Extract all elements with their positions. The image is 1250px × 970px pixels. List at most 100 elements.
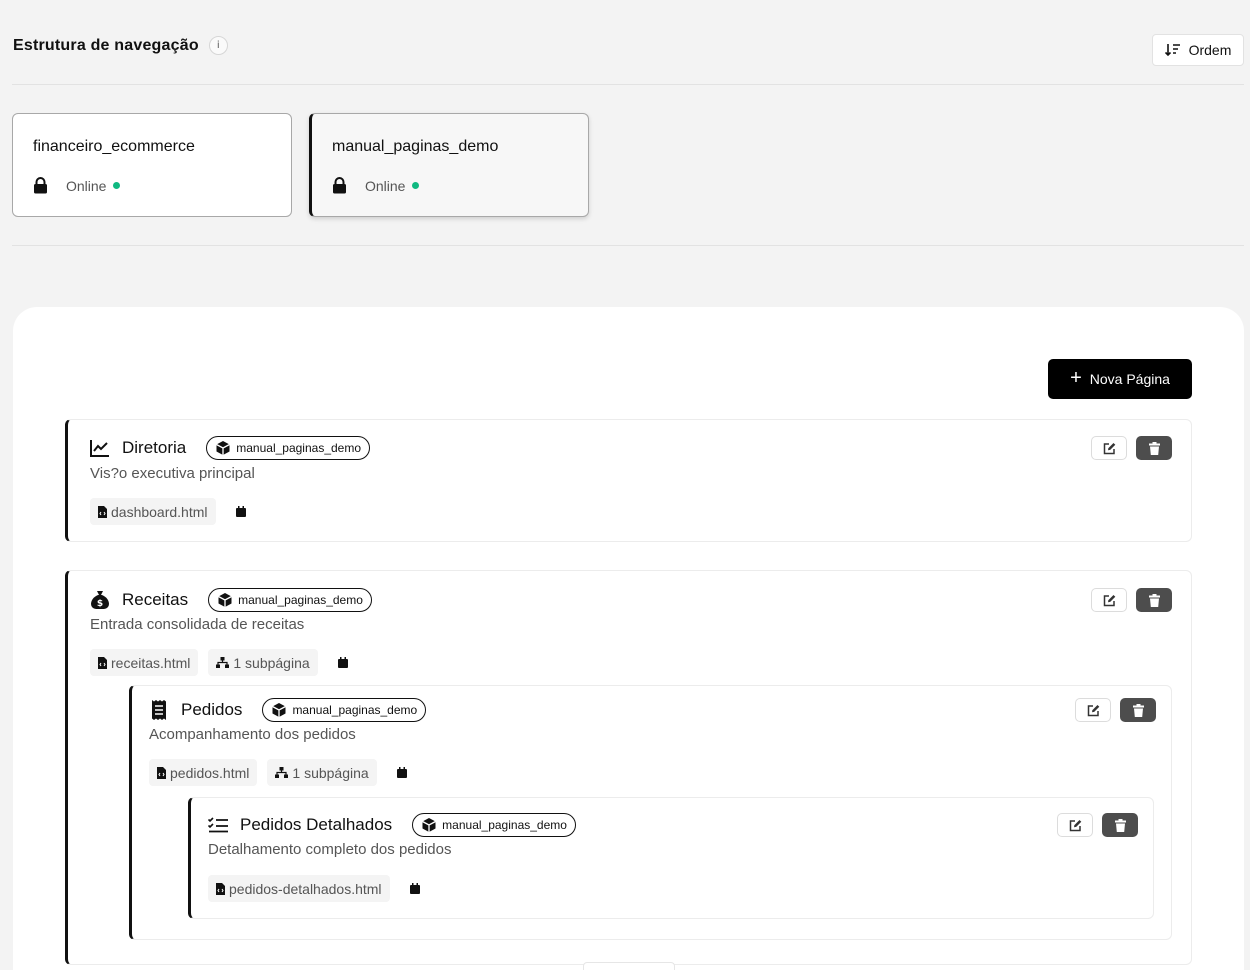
calendar-chip[interactable] <box>387 759 417 786</box>
page-actions <box>1091 436 1172 460</box>
edit-icon <box>1103 442 1115 454</box>
database-name: financeiro_ecommerce <box>33 138 195 155</box>
checklist-icon <box>208 815 228 835</box>
cube-icon <box>422 818 436 832</box>
file-name: receitas.html <box>111 654 191 671</box>
delete-button[interactable] <box>1136 588 1172 612</box>
database-status: Online <box>332 177 420 194</box>
file-code-icon <box>98 505 107 518</box>
scroll-indicator[interactable] <box>583 962 675 970</box>
page-actions <box>1057 813 1138 837</box>
subpages-chip: 1 subpágina <box>208 649 318 676</box>
page-actions <box>1075 698 1156 722</box>
database-badge: manual_paginas_demo <box>208 588 372 612</box>
subpages-chip: 1 subpágina <box>267 759 377 786</box>
trash-icon <box>1148 593 1160 607</box>
sitemap-icon <box>216 657 230 668</box>
edit-button[interactable] <box>1091 588 1127 612</box>
page-actions <box>1091 588 1172 612</box>
page-header: Estrutura de navegação i <box>13 36 228 55</box>
calendar-icon <box>235 506 246 517</box>
database-badge-label: manual_paginas_demo <box>236 441 362 455</box>
svg-text:$: $ <box>97 599 103 609</box>
file-chip: pedidos-detalhados.html <box>208 875 390 902</box>
edit-button[interactable] <box>1057 813 1093 837</box>
page-card-title: Diretoria manual_paginas_demo <box>90 436 371 460</box>
page-title-text: Pedidos Detalhados <box>240 815 393 834</box>
page-card-title: Pedidos manual_paginas_demo <box>149 698 427 722</box>
page-title-text: Pedidos <box>181 700 243 719</box>
file-code-icon <box>98 656 107 669</box>
delete-button[interactable] <box>1136 436 1172 460</box>
file-name: pedidos-detalhados.html <box>229 880 382 897</box>
chart-line-icon <box>90 438 110 458</box>
edit-button[interactable] <box>1091 436 1127 460</box>
database-status: Online <box>33 177 121 194</box>
edit-icon <box>1087 704 1099 716</box>
edit-button[interactable] <box>1075 698 1111 722</box>
database-badge: manual_paginas_demo <box>412 813 576 837</box>
file-chip: dashboard.html <box>90 498 216 525</box>
page-title-text: Diretoria <box>122 438 187 457</box>
file-name: dashboard.html <box>111 503 208 520</box>
page-meta: pedidos.html 1 subpágina <box>149 759 417 786</box>
page-description: Vis?o executiva principal <box>90 465 255 482</box>
status-text: Online <box>66 177 107 194</box>
page-title: Estrutura de navegação <box>13 36 199 54</box>
cube-icon <box>216 441 231 455</box>
calendar-chip[interactable] <box>400 875 430 902</box>
receipt-icon <box>149 700 169 720</box>
subpages-count: 1 subpágina <box>233 654 310 671</box>
page-title-text: Receitas <box>122 590 189 609</box>
page-description: Acompanhamento dos pedidos <box>149 726 356 743</box>
database-name: manual_paginas_demo <box>332 138 499 155</box>
subpages-count: 1 subpágina <box>292 764 369 781</box>
info-icon[interactable]: i <box>208 36 228 55</box>
online-dot-icon <box>412 182 420 189</box>
plus-icon: + <box>1070 367 1082 389</box>
page-card-diretoria[interactable]: Diretoria manual_paginas_demo Vis?o exec… <box>65 419 1192 542</box>
database-badge: manual_paginas_demo <box>262 698 427 722</box>
calendar-chip[interactable] <box>226 498 256 525</box>
database-card-financeiro-ecommerce[interactable]: financeiro_ecommerce Online <box>12 113 292 217</box>
page-card-pedidos-detalhados[interactable]: Pedidos Detalhados manual_paginas_demo D… <box>188 797 1154 919</box>
database-badge-label: manual_paginas_demo <box>238 593 363 607</box>
sitemap-icon <box>275 767 289 778</box>
status-text: Online <box>365 177 406 194</box>
order-button-label: Ordem <box>1188 42 1232 58</box>
file-name: pedidos.html <box>170 764 250 781</box>
delete-button[interactable] <box>1120 698 1156 722</box>
file-code-icon <box>216 882 225 895</box>
calendar-icon <box>337 657 348 668</box>
trash-icon <box>1148 441 1160 455</box>
calendar-icon <box>409 883 420 894</box>
sort-icon <box>1164 44 1180 57</box>
database-card-manual-paginas-demo[interactable]: manual_paginas_demo Online <box>309 113 589 217</box>
edit-icon <box>1069 819 1081 831</box>
page-card-title: $ Receitas manual_paginas_demo <box>90 588 372 612</box>
new-page-button[interactable]: + Nova Página <box>1048 359 1192 399</box>
page-card-title: Pedidos Detalhados manual_paginas_demo <box>208 813 576 837</box>
database-badge: manual_paginas_demo <box>206 436 371 460</box>
delete-button[interactable] <box>1102 813 1138 837</box>
page-description: Detalhamento completo dos pedidos <box>208 841 452 858</box>
page-meta: receitas.html 1 subpágina <box>90 649 358 676</box>
trash-icon <box>1132 703 1144 717</box>
cards-divider <box>12 245 1244 246</box>
lock-icon <box>34 177 47 194</box>
online-dot-icon <box>113 182 121 189</box>
trash-icon <box>1114 818 1126 832</box>
file-chip: pedidos.html <box>149 759 258 786</box>
header-divider <box>12 84 1244 85</box>
file-chip: receitas.html <box>90 649 199 676</box>
page-meta: dashboard.html <box>90 498 256 525</box>
calendar-chip[interactable] <box>328 649 358 676</box>
edit-icon <box>1103 594 1115 606</box>
page-meta: pedidos-detalhados.html <box>208 875 430 902</box>
page-description: Entrada consolidada de receitas <box>90 616 305 633</box>
new-page-button-label: Nova Página <box>1089 371 1170 387</box>
file-code-icon <box>157 766 166 779</box>
cube-icon <box>218 593 232 607</box>
lock-icon <box>333 177 346 194</box>
order-button[interactable]: Ordem <box>1152 34 1244 66</box>
